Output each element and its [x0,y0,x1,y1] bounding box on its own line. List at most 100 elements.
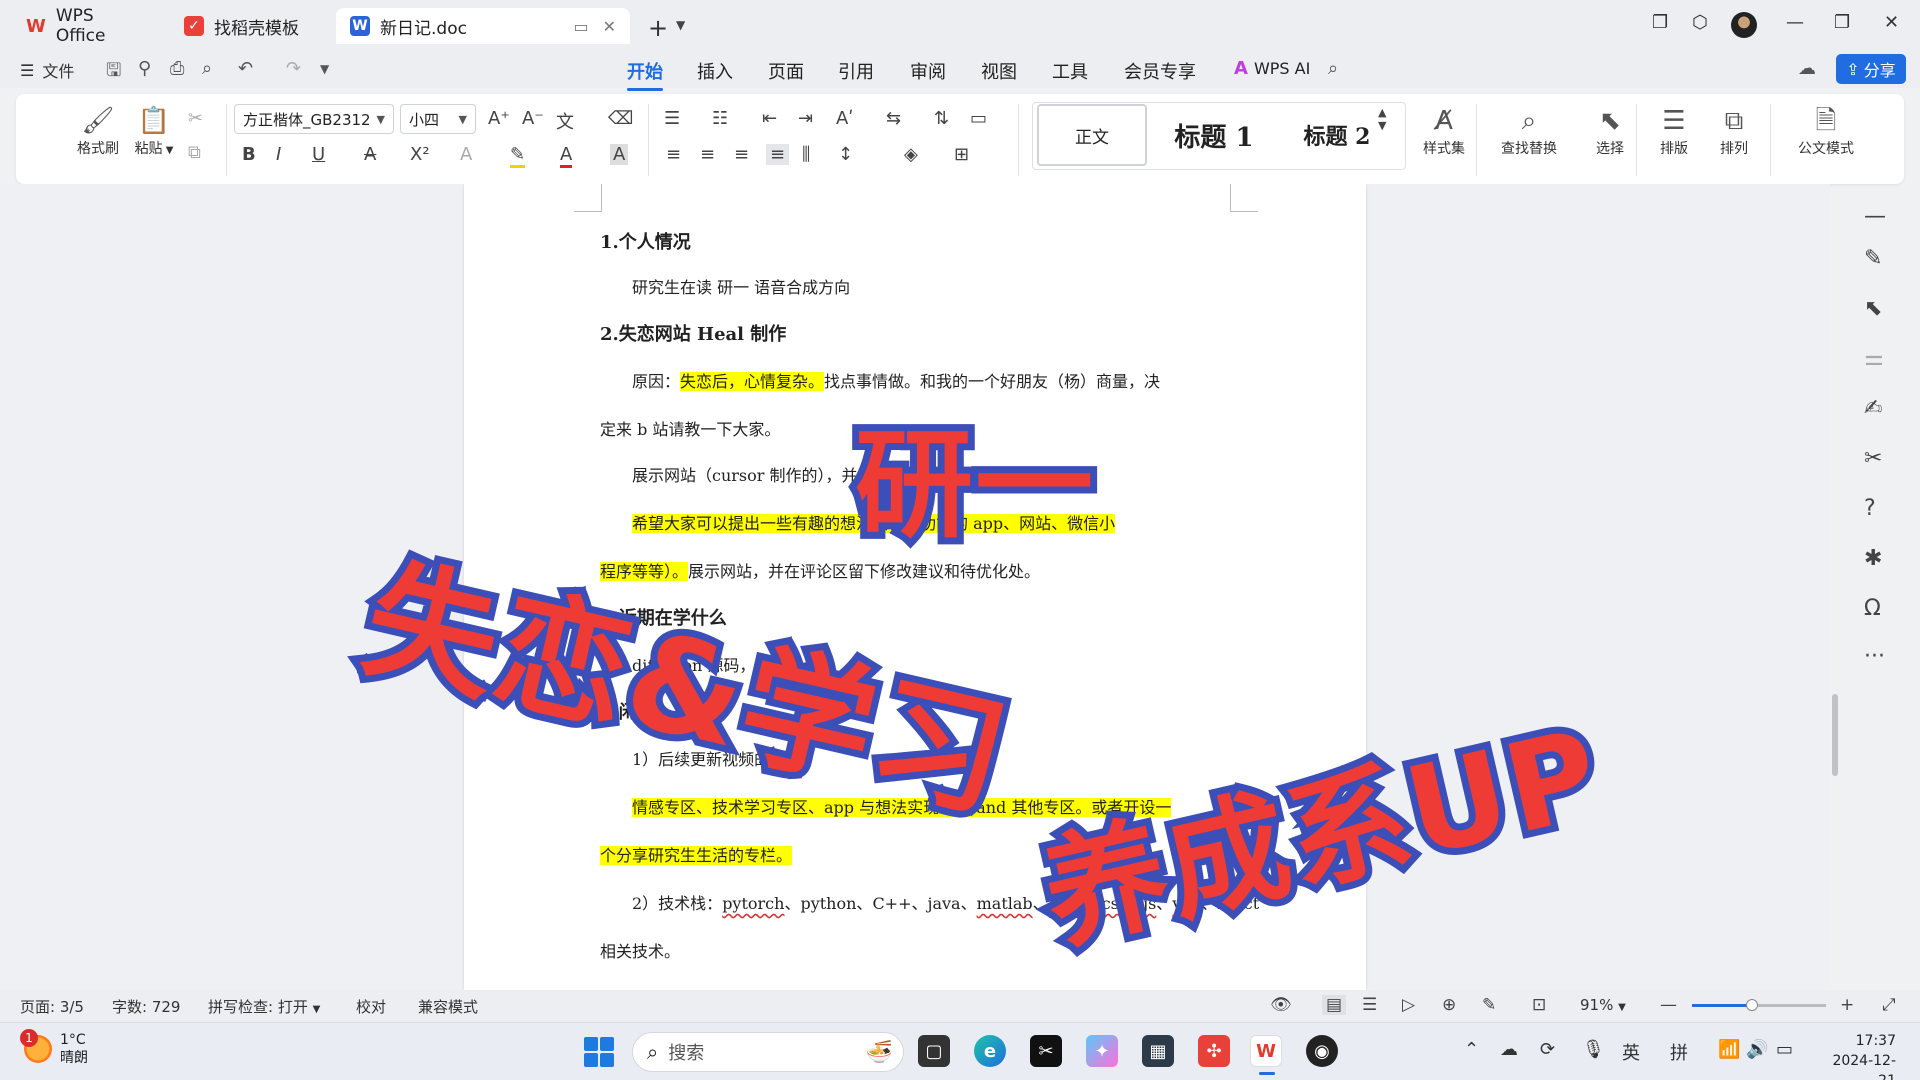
tab-document[interactable]: W 新日记.doc ▭ ✕ [336,8,630,44]
window-manager-icon[interactable]: ❐ [1652,12,1668,33]
more-icon[interactable]: ··· [1864,644,1885,669]
pin-icon[interactable]: ⚲ [138,58,151,79]
style-normal[interactable]: 正文 [1037,104,1147,166]
fullscreen-icon[interactable]: ⤢ [1882,995,1896,1015]
spell-check-toggle[interactable]: 拼写检查: 打开 ▼ [208,996,320,1017]
taskbar-search[interactable]: ⌕ 搜索 🍜 [632,1032,904,1072]
zoom-slider[interactable] [1692,999,1826,1011]
gallery-scroll-icon[interactable]: ▲ ▼ [1378,106,1386,132]
clear-format-icon[interactable]: ⌫ [608,108,633,129]
line-spacing-icon[interactable]: ↕ [838,144,853,165]
app-icon[interactable]: ✦ [1086,1035,1118,1067]
wps-office-icon[interactable]: W [1250,1035,1282,1075]
underline-icon[interactable]: U [312,144,325,165]
tab-review[interactable]: 审阅 [910,58,946,84]
restore-icon[interactable]: ❐ [1834,12,1850,33]
find-replace-button[interactable]: ⌕ 查找替换 [1484,104,1574,158]
play-icon[interactable]: ▷ [1402,995,1415,1015]
align-right-icon[interactable]: ≡ [734,144,749,165]
eye-protection-icon[interactable]: 👁 [1270,995,1292,1015]
text-effect-icon[interactable]: A [460,144,472,165]
sort-icon[interactable]: ⇅ [934,108,949,129]
obs-icon[interactable]: ◉ [1306,1035,1338,1067]
close-tab-icon[interactable]: ✕ [603,17,616,36]
line-break-icon[interactable]: ⇆ [886,108,901,129]
weather-widget[interactable]: 1 1°C 晴朗 [20,1029,88,1067]
char-shading-icon[interactable]: A [610,144,629,165]
pen-icon[interactable]: ✎ [1864,246,1882,271]
borders-icon[interactable]: ⊞ [954,144,969,165]
start-button[interactable] [584,1037,614,1067]
align-left-icon[interactable]: ≡ [666,144,681,165]
battery-icon[interactable]: ▭ [1776,1039,1793,1060]
tab-view[interactable]: 视图 [981,58,1017,84]
file-manager-icon[interactable]: ▦ [1142,1035,1174,1067]
tab-wps-office[interactable]: W WPS Office [12,6,162,46]
page-view-icon[interactable]: ▤ [1322,995,1347,1015]
word-count[interactable]: 字数: 729 [112,996,180,1017]
fit-page-icon[interactable]: ⊡ [1532,995,1546,1015]
print-icon[interactable]: ⎙ [170,58,184,79]
superscript-icon[interactable]: X² [410,144,430,165]
layout-button[interactable]: ☰ 排版 [1642,104,1706,158]
tools-icon[interactable]: ✂ [1864,446,1882,471]
tab-template[interactable]: ✓ 找稻壳模板 [170,8,330,44]
bold-icon[interactable]: B [242,144,256,165]
ai-writing-icon[interactable]: ✍ [1864,396,1882,421]
task-view-icon[interactable]: ▢ [918,1035,950,1067]
outline-view-icon[interactable]: ☰ [1362,995,1377,1015]
tab-list-dropdown-icon[interactable]: ▼ [676,18,685,32]
select-button[interactable]: ⬉ 选择 [1578,104,1642,158]
write-mode-icon[interactable]: ✎ [1482,995,1496,1015]
close-window-icon[interactable]: ✕ [1884,12,1899,33]
wps-ai-button[interactable]: A WPS AI [1234,58,1310,79]
tab-home[interactable]: 开始 [627,58,663,91]
new-tab-button[interactable]: + [648,14,668,42]
minimize-icon[interactable]: — [1786,12,1804,33]
distribute-icon[interactable]: ⫼ [802,144,810,165]
detach-window-icon[interactable]: ▭ [573,17,588,36]
undo-icon[interactable]: ↶ [238,58,253,79]
strikethrough-icon[interactable]: A [364,144,376,165]
highlight-icon[interactable]: ✎ [510,144,526,168]
tab-insert[interactable]: 插入 [697,58,733,84]
italic-icon[interactable]: I [276,144,281,165]
zoom-slider-knob[interactable] [1746,999,1759,1011]
page-count[interactable]: 页面: 3/5 [20,996,84,1017]
cut-icon[interactable]: ✂ [188,108,203,129]
vertical-scrollbar[interactable] [1830,184,1838,990]
save-icon[interactable]: 🖫 [106,58,121,88]
style-set-button[interactable]: A̸ 样式集 [1412,104,1476,158]
headset-icon[interactable]: Ω [1864,596,1881,621]
plugin-icon[interactable]: ✱ [1864,546,1882,571]
zoom-out-icon[interactable]: — [1660,995,1677,1015]
adjust-icon[interactable]: ⚌ [1864,346,1884,371]
paste-button[interactable]: 📋 粘贴 ▼ [122,104,186,158]
justify-icon[interactable]: ≡ [766,144,790,165]
avatar[interactable] [1731,12,1757,38]
arrange-button[interactable]: ⧉ 排列 [1702,104,1766,158]
capcut-icon[interactable]: ✂ [1030,1035,1062,1067]
align-center-icon[interactable]: ≡ [700,144,715,165]
cube-icon[interactable]: ⬡ [1692,12,1708,33]
print-preview-icon[interactable]: ⌕ [202,58,212,79]
search-icon[interactable]: ⌕ [1328,58,1338,79]
style-heading1[interactable]: 标题 1 [1154,104,1274,166]
increase-indent-icon[interactable]: ⇥ [798,108,813,129]
ime-mode[interactable]: 拼 [1670,1039,1688,1065]
collapse-icon[interactable]: — [1864,204,1886,229]
tab-tools[interactable]: 工具 [1052,58,1088,84]
font-family-select[interactable]: 方正楷体_GB2312 ▼ [234,104,394,134]
tray-overflow-icon[interactable]: ⌃ [1464,1039,1479,1060]
zoom-in-icon[interactable]: + [1840,995,1854,1015]
proofread-button[interactable]: 校对 [356,996,386,1017]
edge-browser-icon[interactable]: e [974,1035,1006,1067]
format-painter-button[interactable]: 🖌 格式刷 [66,104,130,158]
style-heading2[interactable]: 标题 2 [1282,104,1392,166]
font-color-icon[interactable]: A [560,144,573,168]
help-icon[interactable]: ? [1864,496,1876,521]
microphone-icon[interactable]: 🎙 [1582,1039,1605,1060]
copy-icon[interactable]: ⧉ [188,142,201,163]
numbered-list-icon[interactable]: ☷ [712,108,728,129]
grow-font-icon[interactable]: A⁺ [488,108,510,129]
